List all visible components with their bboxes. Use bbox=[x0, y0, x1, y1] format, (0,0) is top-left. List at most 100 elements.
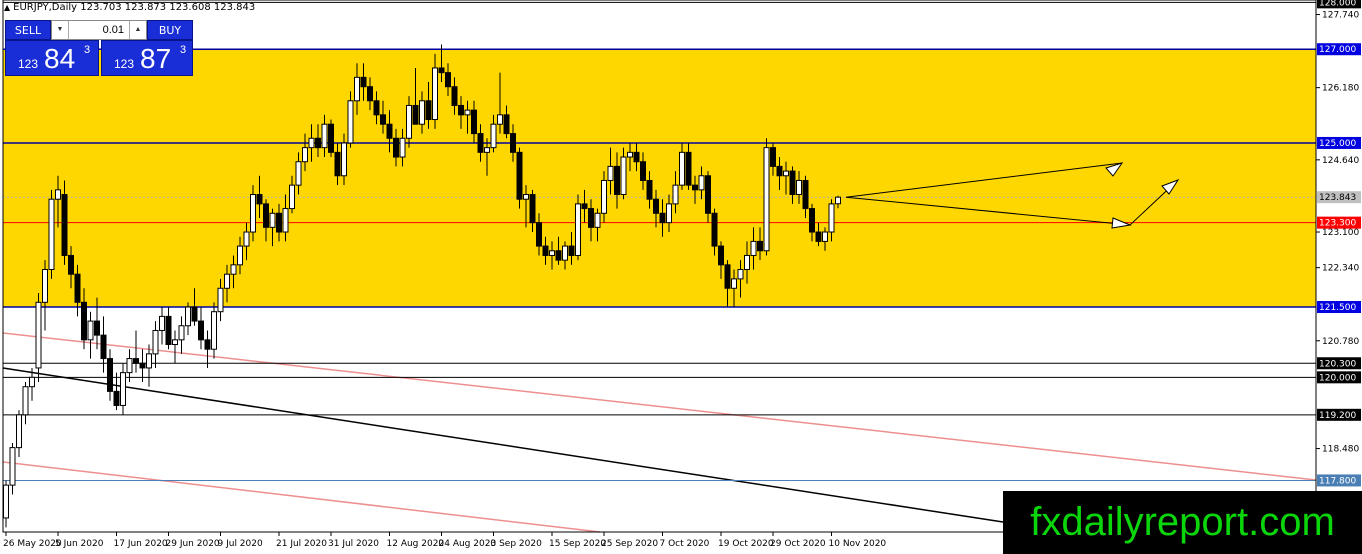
candle-body bbox=[237, 245, 243, 266]
candle-body bbox=[601, 179, 607, 214]
candle-body bbox=[458, 104, 464, 116]
date-tick-label: 5 Jun 2020 bbox=[55, 539, 104, 549]
candle-body bbox=[256, 194, 263, 205]
candle-body bbox=[3, 484, 9, 519]
candle-body bbox=[659, 212, 666, 224]
candle-body bbox=[42, 269, 48, 303]
price-level-label: 125.000 bbox=[1319, 139, 1356, 149]
candle-body bbox=[607, 165, 614, 181]
sell-button[interactable]: SELL bbox=[5, 20, 51, 40]
candle-body bbox=[87, 320, 94, 341]
candle-body bbox=[172, 339, 178, 346]
candle-body bbox=[321, 123, 328, 149]
price-tick-label: 123.100 bbox=[1322, 228, 1359, 238]
candle-body bbox=[516, 151, 523, 200]
buy-price-prefix: 123 bbox=[114, 57, 135, 71]
candle-body bbox=[425, 100, 432, 121]
candle-body bbox=[542, 245, 549, 256]
candle-body bbox=[55, 189, 61, 200]
sell-price-big: 84 bbox=[44, 43, 76, 74]
price-zone bbox=[3, 49, 1316, 308]
candle-body bbox=[711, 212, 718, 247]
candle-body bbox=[61, 194, 68, 256]
symbol-line: EURJPY,Daily 123.703 123.873 123.608 123… bbox=[13, 2, 256, 13]
candle-body bbox=[737, 269, 744, 280]
buy-price-box[interactable]: 123 87 3 bbox=[101, 40, 193, 76]
candle-body bbox=[490, 123, 497, 149]
buy-price-sup: 3 bbox=[180, 44, 187, 56]
candle-body bbox=[22, 386, 29, 416]
candle-body bbox=[198, 320, 204, 341]
candle-body bbox=[815, 231, 822, 242]
candle-body bbox=[646, 179, 653, 200]
candle-body bbox=[679, 151, 685, 186]
date-tick-label: 17 Jun 2020 bbox=[114, 539, 168, 549]
candle-body bbox=[386, 123, 393, 139]
sell-price-box[interactable]: 123 84 3 bbox=[5, 40, 99, 76]
price-level-label: 120.300 bbox=[1319, 359, 1356, 369]
candle-body bbox=[230, 264, 237, 275]
candle-body bbox=[152, 329, 159, 355]
candle-body bbox=[789, 170, 796, 196]
candle-body bbox=[575, 203, 581, 256]
price-chart[interactable]: 127.740 126.180 124.640 123.100 122.340 120.7… bbox=[0, 0, 1362, 554]
date-tick-label: 10 Nov 2020 bbox=[829, 539, 887, 549]
candle-body bbox=[822, 231, 828, 242]
candle-body bbox=[744, 254, 750, 271]
candle-body bbox=[159, 315, 165, 331]
candle-body bbox=[243, 231, 250, 247]
candle-body bbox=[633, 151, 640, 163]
candle-body bbox=[100, 334, 107, 360]
candle-body bbox=[432, 67, 438, 121]
candle-body bbox=[497, 114, 503, 125]
date-tick-label: 24 Aug 2020 bbox=[439, 539, 497, 549]
candle-body bbox=[178, 325, 185, 341]
lot-size-value[interactable]: 0.01 bbox=[70, 21, 128, 39]
candle-body bbox=[809, 208, 815, 233]
date-tick-label: 31 Jul 2020 bbox=[328, 539, 379, 549]
candle-body bbox=[354, 76, 360, 102]
candle-body bbox=[666, 203, 672, 224]
candle-body bbox=[581, 203, 588, 210]
candle-body bbox=[399, 137, 406, 158]
candle-body bbox=[191, 306, 198, 322]
candle-body bbox=[718, 245, 724, 266]
price-tick-label: 124.640 bbox=[1322, 156, 1359, 166]
chart-title: ▲ EURJPY,Daily 123.703 123.873 123.608 12… bbox=[4, 2, 255, 13]
candle-body bbox=[367, 86, 373, 102]
lot-increase-icon[interactable]: ▲ bbox=[129, 21, 146, 39]
one-click-trading-panel: SELL ▼ 0.01 ▲ BUY 123 84 3 123 87 3 bbox=[5, 20, 193, 76]
candle-body bbox=[211, 311, 217, 350]
candle-body bbox=[419, 100, 425, 125]
candle-body bbox=[373, 100, 380, 116]
candle-body bbox=[438, 67, 445, 74]
candle-body bbox=[308, 137, 315, 149]
candle-body bbox=[406, 104, 412, 139]
sell-price-prefix: 123 bbox=[18, 57, 39, 71]
price-level-label: 119.200 bbox=[1319, 411, 1356, 421]
candle-body bbox=[568, 245, 575, 256]
candle-body bbox=[627, 151, 633, 158]
candle-body bbox=[282, 208, 289, 233]
candle-body bbox=[783, 170, 789, 177]
price-level-label: 117.800 bbox=[1319, 476, 1356, 486]
symbol-triangle-icon: ▲ bbox=[4, 3, 11, 12]
candle-body bbox=[224, 273, 230, 289]
price-level-label: 121.500 bbox=[1319, 303, 1356, 313]
lot-size-field[interactable]: ▼ 0.01 ▲ bbox=[51, 20, 147, 40]
candle-body bbox=[393, 137, 399, 158]
candle-body bbox=[477, 133, 484, 153]
buy-price-big: 87 bbox=[140, 43, 172, 74]
candle-body bbox=[796, 179, 802, 196]
date-tick-label: 25 Sep 2020 bbox=[601, 539, 658, 549]
lot-decrease-icon[interactable]: ▼ bbox=[52, 21, 69, 39]
date-tick-label: 21 Jul 2020 bbox=[276, 539, 327, 549]
watermark-logo: fxdailyreport.com bbox=[1003, 491, 1362, 554]
candle-body bbox=[724, 264, 731, 289]
date-tick-label: 19 Oct 2020 bbox=[718, 539, 774, 549]
candle-body bbox=[484, 147, 490, 153]
candle-body bbox=[126, 358, 133, 374]
buy-button[interactable]: BUY bbox=[147, 20, 193, 40]
candle-body bbox=[562, 245, 568, 261]
current-price-label: 123.843 bbox=[1319, 193, 1356, 203]
